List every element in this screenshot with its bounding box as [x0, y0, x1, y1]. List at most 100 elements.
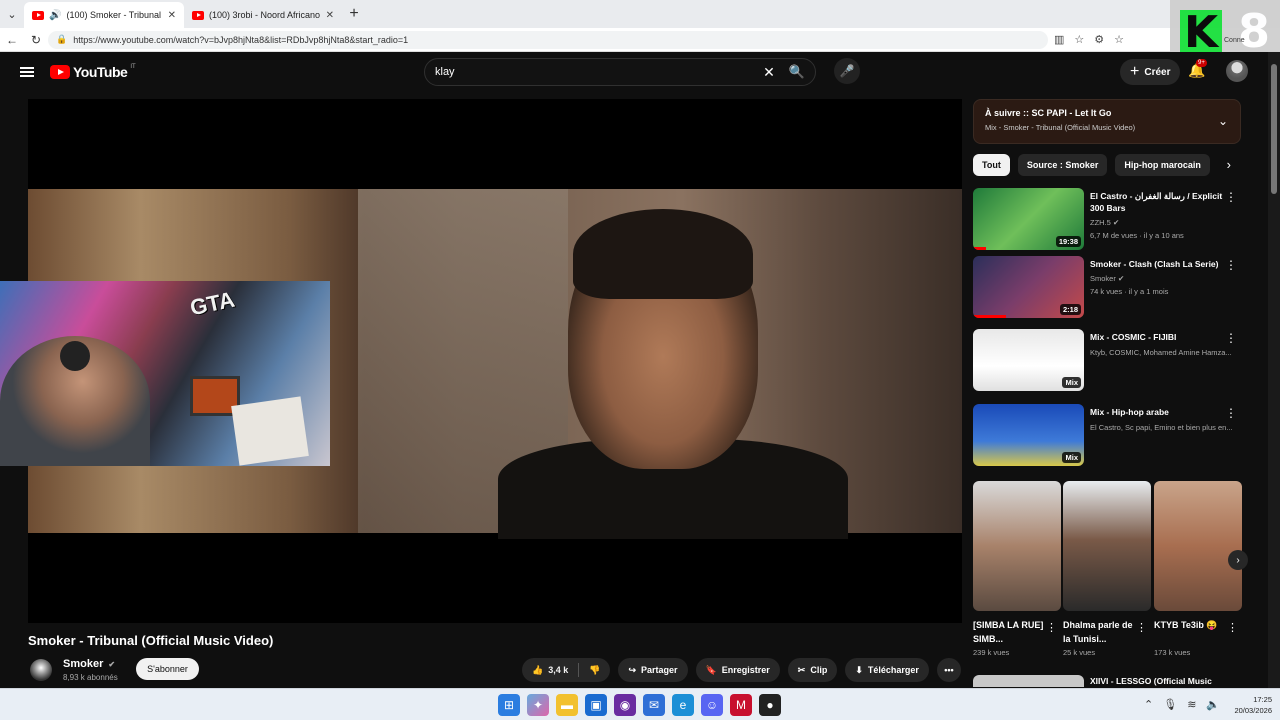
scrollbar-thumb[interactable]	[1271, 64, 1277, 194]
more-vertical-icon[interactable]: ⋮	[1225, 331, 1237, 345]
shorts-next-button[interactable]: ›	[1228, 550, 1248, 570]
search-icon[interactable]: 🔍	[789, 64, 805, 80]
save-button[interactable]: 🔖 Enregistrer	[695, 658, 780, 682]
more-vertical-icon[interactable]: ⋮	[1225, 190, 1237, 204]
more-vertical-icon[interactable]: ⋮	[1136, 621, 1147, 634]
edge-icon[interactable]: e	[672, 694, 694, 716]
chip-all[interactable]: Tout	[973, 154, 1010, 176]
menu-icon[interactable]	[20, 67, 34, 77]
tab-title: (100) 3robi - Noord Africano ft. Sir	[209, 10, 321, 20]
channel-avatar[interactable]	[30, 659, 52, 681]
outlook-icon[interactable]: ✉	[643, 694, 665, 716]
logo-text: YouTube	[73, 64, 128, 80]
address-bar: ← ↻ 🔒 https://www.youtube.com/watch?v=bJ…	[0, 28, 1280, 52]
browser-tab-active[interactable]: 🔊 (100) Smoker - Tribunal (Offic ✕	[24, 2, 184, 28]
youtube-header: YouTube IT klay ✕ 🔍 🎤 + Créer 🔔 9+	[0, 52, 1268, 92]
like-button[interactable]: 👍 3,4 k	[522, 658, 578, 682]
clip-button[interactable]: ✂ Clip	[787, 658, 838, 682]
chip-moroccan-hiphop[interactable]: Hip-hop marocain	[1115, 154, 1210, 176]
video-thumbnail[interactable]: 2:18	[973, 256, 1084, 318]
short-item[interactable]: Dhalma parle de la Tunisi... 25 k vues ⋮	[1063, 481, 1151, 657]
short-title[interactable]: [SIMBA LA RUE] SIMB...	[973, 618, 1047, 646]
chip-source[interactable]: Source : Smoker	[1017, 154, 1108, 176]
file-explorer-icon[interactable]: ▬	[556, 694, 578, 716]
video-thumbnail[interactable]: Mix	[973, 404, 1084, 466]
dislike-button[interactable]: 👎	[579, 658, 610, 682]
favorites-icon[interactable]: ☆	[1114, 33, 1124, 46]
create-button[interactable]: + Créer	[1120, 59, 1181, 85]
split-screen-icon[interactable]: ▥	[1054, 33, 1064, 46]
mail-app-icon[interactable]: M	[730, 694, 752, 716]
download-button[interactable]: ⬇ Télécharger	[845, 658, 929, 682]
search-input[interactable]: klay	[435, 66, 763, 78]
speaker-icon[interactable]: 🔊	[49, 10, 61, 21]
short-thumbnail[interactable]	[1154, 481, 1242, 611]
short-title[interactable]: KTYB Te3ib 😝	[1154, 618, 1228, 646]
short-item[interactable]: [SIMBA LA RUE] SIMB... 239 k vues ⋮	[973, 481, 1061, 657]
copilot-icon[interactable]: ✦	[527, 694, 549, 716]
discord-icon[interactable]: ☺	[701, 694, 723, 716]
video-thumbnail[interactable]	[973, 675, 1084, 687]
youtube-logo[interactable]: YouTube IT	[50, 64, 136, 80]
short-title[interactable]: Dhalma parle de la Tunisi...	[1063, 618, 1137, 646]
refresh-icon[interactable]: ↻	[24, 33, 48, 47]
youtube-favicon-icon	[32, 10, 44, 20]
chevron-down-icon[interactable]: ⌄	[1218, 114, 1228, 128]
recommendation-item[interactable]: 2:18 Smoker - Clash (Clash La Serie) Smo…	[973, 256, 1241, 322]
more-actions-button[interactable]: •••	[936, 658, 961, 682]
download-icon: ⬇	[855, 664, 863, 675]
save-label: Enregistrer	[721, 665, 770, 675]
more-vertical-icon[interactable]: ⋮	[1227, 621, 1238, 634]
account-avatar[interactable]	[1226, 60, 1248, 82]
wifi-icon[interactable]: ≋	[1187, 698, 1196, 711]
microphone-icon[interactable]: 🎤	[834, 58, 860, 84]
recommendation-title[interactable]: Smoker - Clash (Clash La Serie)	[1090, 258, 1226, 270]
close-tab-icon[interactable]: ✕	[168, 10, 176, 21]
chevron-right-icon[interactable]: ›	[1227, 157, 1231, 172]
short-thumbnail[interactable]	[973, 481, 1061, 611]
channel-name-wrap[interactable]: Smoker ✔	[63, 658, 115, 670]
clock-time: 17:25	[1253, 695, 1272, 704]
video-thumbnail[interactable]: 19:38	[973, 188, 1084, 250]
recommendation-item[interactable]: Mix Mix - Hip-hop arabe El Castro, Sc pa…	[973, 404, 1241, 470]
notifications-bell-icon[interactable]: 🔔 9+	[1188, 59, 1207, 79]
close-tab-icon[interactable]: ✕	[326, 10, 334, 21]
recommendation-title[interactable]: Mix - COSMIC - FIJIBI	[1090, 331, 1226, 343]
taskbar-clock[interactable]: 17:25 20/03/2026	[1226, 694, 1272, 716]
recommendation-title[interactable]: XIIVI - LESSGO (Official Music	[1090, 676, 1212, 686]
clear-search-icon[interactable]: ✕	[763, 64, 775, 81]
short-item[interactable]: KTYB Te3ib 😝 173 k vues ⋮	[1154, 481, 1242, 657]
video-thumbnail[interactable]: Mix	[973, 329, 1084, 391]
back-icon[interactable]: ←	[0, 33, 24, 47]
store-icon[interactable]: ▣	[585, 694, 607, 716]
volume-icon[interactable]: 🔈	[1206, 698, 1220, 711]
favorite-star-icon[interactable]: ☆	[1074, 33, 1084, 46]
recommendation-item[interactable]: 19:38 El Castro - رسالة الغفران / Explic…	[973, 188, 1241, 254]
recommendation-title[interactable]: El Castro - رسالة الغفران / Explicit 300…	[1090, 190, 1226, 214]
more-vertical-icon[interactable]: ⋮	[1046, 621, 1057, 634]
recommendation-title[interactable]: Mix - Hip-hop arabe	[1090, 406, 1226, 418]
url-text: https://www.youtube.com/watch?v=bJvp8hjN…	[73, 34, 409, 45]
microphone-icon[interactable]: 🎙	[1163, 698, 1177, 711]
recommendation-item-partial[interactable]: XIIVI - LESSGO (Official Music	[973, 675, 1241, 687]
extensions-icon[interactable]: ⚙	[1094, 33, 1104, 46]
tab-actions-icon[interactable]: ⌄	[0, 0, 24, 28]
more-vertical-icon[interactable]: ⋮	[1225, 258, 1237, 272]
share-button[interactable]: ↪ Partager	[618, 658, 688, 682]
app-icon[interactable]: ◉	[614, 694, 636, 716]
plus-icon: +	[1130, 63, 1140, 80]
up-next-panel[interactable]: À suivre :: SC PAPI - Let It Go Mix - Sm…	[973, 99, 1241, 144]
chevron-up-icon[interactable]: ⌃	[1144, 698, 1153, 711]
new-tab-button[interactable]: +	[342, 5, 366, 23]
short-thumbnail[interactable]	[1063, 481, 1151, 611]
subscribe-button[interactable]: S'abonner	[136, 658, 199, 680]
search-box[interactable]: klay ✕ 🔍	[424, 58, 816, 86]
more-vertical-icon[interactable]: ⋮	[1225, 406, 1237, 420]
page-scrollbar[interactable]	[1268, 52, 1280, 688]
obs-icon[interactable]: ●	[759, 694, 781, 716]
url-field[interactable]: 🔒 https://www.youtube.com/watch?v=bJvp8h…	[48, 30, 1048, 49]
browser-tab-inactive[interactable]: (100) 3robi - Noord Africano ft. Sir ✕	[184, 2, 342, 28]
lock-icon: 🔒	[56, 34, 68, 44]
start-windows-icon[interactable]: ⊞	[498, 694, 520, 716]
recommendation-item[interactable]: Mix Mix - COSMIC - FIJIBI Ktyb, COSMIC, …	[973, 329, 1241, 395]
